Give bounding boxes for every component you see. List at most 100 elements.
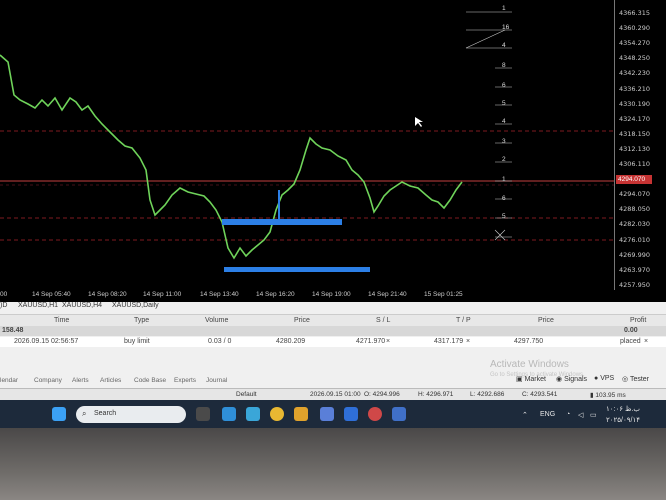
price-tick-label: 4306.110	[619, 160, 651, 168]
vps-button[interactable]: ● VPS	[594, 375, 614, 382]
file-explorer-icon[interactable]	[294, 407, 308, 421]
screen: 1 16 4 8 6 5 4 3 2 1 6 5 4366.315 4360.290 4354.270 43…	[0, 0, 666, 428]
price-line	[0, 54, 463, 260]
close-icon[interactable]: ×	[466, 338, 470, 345]
signals-icon: ◉	[556, 376, 565, 383]
price-tick-label: 4318.150	[619, 129, 651, 138]
terminal-tabs: lendar Company Alerts Articles Code Base…	[0, 376, 480, 386]
col-time[interactable]: Time	[54, 317, 69, 324]
order-current-price: 4297.750	[514, 338, 544, 345]
activate-windows-watermark: Activate Windows	[490, 359, 569, 370]
tester-button[interactable]: ◎ Tester	[622, 375, 649, 383]
time-tick-label: 14 Sep 11:00	[143, 291, 182, 298]
order-price: 4280.209	[276, 338, 306, 345]
buy-limit-entry-box	[222, 219, 342, 225]
edge-icon[interactable]	[222, 407, 236, 421]
metatrader-icon[interactable]	[368, 407, 382, 421]
col-price[interactable]: Price	[294, 317, 310, 324]
order-time: 2026.09.15 02:56:57	[14, 338, 79, 345]
status-close: C: 4293.541	[522, 391, 558, 398]
windows-start-icon[interactable]	[52, 407, 66, 421]
order-sl: 4271.970	[356, 338, 386, 345]
close-icon[interactable]: ×	[386, 338, 390, 345]
fib-level-label: 1	[502, 5, 506, 12]
stop-loss-box	[224, 267, 370, 272]
connection-status: ▮ 103.95 ms	[590, 392, 626, 399]
current-price-tag: 4294.070	[616, 175, 652, 184]
battery-icon[interactable]: ▭	[590, 411, 597, 419]
fib-level-label: 4	[502, 42, 506, 49]
col-current-price[interactable]: Price	[538, 317, 554, 324]
time-tick-label: 14 Sep 08:20	[88, 291, 127, 298]
clock-time[interactable]: ۱۰:۰۶ ب.ظ	[606, 405, 640, 413]
price-tick-label: 4276.010	[619, 235, 651, 244]
tab-alerts[interactable]: Alerts	[72, 377, 89, 384]
signals-button[interactable]: ◉ Signals	[556, 375, 587, 383]
search-icon: ⌕	[82, 409, 87, 418]
price-tick-label: 4257.950	[619, 280, 651, 289]
table-row[interactable]: 2026.09.15 02:56:57 buy limit 0.03 / 0 4…	[0, 337, 666, 347]
price-tick-label: 4354.270	[619, 39, 651, 48]
price-tick-label: 4336.210	[619, 84, 651, 93]
tab-prefix: )D	[0, 302, 8, 309]
tab-experts[interactable]: Experts	[174, 377, 196, 384]
price-tick-label: 4324.170	[619, 114, 651, 123]
language-indicator[interactable]: ENG	[540, 411, 555, 418]
time-tick-label: 00	[0, 291, 8, 298]
price-tick-label: 4288.050	[619, 205, 651, 214]
chrome-icon[interactable]	[270, 407, 284, 421]
volume-icon[interactable]: ◁	[578, 411, 583, 419]
tab-articles[interactable]: Articles	[100, 377, 121, 384]
status-low: L: 4292.686	[470, 391, 505, 398]
monitor-bezel-bottom	[0, 428, 666, 500]
price-tick-label: 4282.030	[619, 220, 651, 229]
time-tick-label: 14 Sep 16:20	[256, 291, 295, 298]
col-tp[interactable]: T / P	[456, 317, 471, 324]
symbol-tab-h1[interactable]: XAUUSD,H1	[18, 302, 58, 309]
balance-value: 158.48	[2, 327, 24, 334]
col-type[interactable]: Type	[134, 317, 149, 324]
mouse-cursor	[415, 117, 423, 127]
col-sl[interactable]: S / L	[376, 317, 390, 324]
time-axis: 00 14 Sep 05:40 14 Sep 08:20 14 Sep 11:00 14…	[0, 290, 614, 302]
time-tick-label: 15 Sep 01:25	[424, 291, 463, 298]
tab-code-base[interactable]: Code Base	[134, 377, 166, 384]
status-datetime: 2026.09.15 01:00	[310, 391, 361, 398]
tab-company[interactable]: Company	[34, 377, 62, 384]
tab-journal[interactable]: Journal	[206, 377, 227, 384]
col-volume[interactable]: Volume	[205, 317, 228, 324]
market-button[interactable]: ▣ Market	[516, 375, 546, 383]
col-profit[interactable]: Profit	[630, 317, 646, 324]
tab-calendar[interactable]: lendar	[0, 377, 18, 384]
tray-chevron-icon[interactable]: ⌃	[522, 411, 528, 419]
price-tick-label: 4360.290	[619, 24, 651, 33]
fib-level-label: 4	[502, 118, 506, 125]
telegram-icon[interactable]	[344, 407, 358, 421]
time-tick-label: 14 Sep 21:40	[368, 291, 407, 298]
order-type: buy limit	[124, 338, 150, 345]
vertical-marker	[278, 190, 280, 220]
toolbox-terminal: )D XAUUSD,H1 XAUUSD,H4 XAUUSD,Daily Time…	[0, 302, 666, 401]
task-view-icon[interactable]	[196, 407, 210, 421]
price-tick-label: 4348.250	[619, 54, 651, 63]
symbol-tab-daily[interactable]: XAUUSD,Daily	[112, 302, 159, 309]
taskbar-search[interactable]: ⌕ Search	[76, 406, 186, 423]
fib-level-label: 5	[502, 100, 506, 107]
symbol-tab-h4[interactable]: XAUUSD,H4	[62, 302, 102, 309]
store-icon[interactable]	[246, 407, 260, 421]
price-tick-label: 4294.070	[619, 190, 651, 199]
close-icon[interactable]: ×	[644, 338, 648, 345]
time-tick-label: 14 Sep 05:40	[32, 291, 71, 298]
price-axis[interactable]: 4366.315 4360.290 4354.270 4348.250 4342.230…	[614, 0, 666, 290]
app-icon[interactable]	[320, 407, 334, 421]
fib-level-label: 2	[502, 156, 506, 163]
order-status: placed	[620, 338, 641, 345]
clock-date[interactable]: ۲۰۲۵/۰۹/۱۴	[606, 416, 640, 424]
price-chart[interactable]: 1 16 4 8 6 5 4 3 2 1 6 5	[0, 0, 614, 290]
chart-canvas	[0, 11, 614, 272]
price-tick-label: 4269.990	[619, 250, 651, 259]
trading-app-icon[interactable]	[392, 407, 406, 421]
fib-level-label: 8	[502, 62, 506, 69]
wifi-icon[interactable]: ◔	[566, 411, 570, 418]
status-open: O: 4294.996	[364, 391, 400, 398]
